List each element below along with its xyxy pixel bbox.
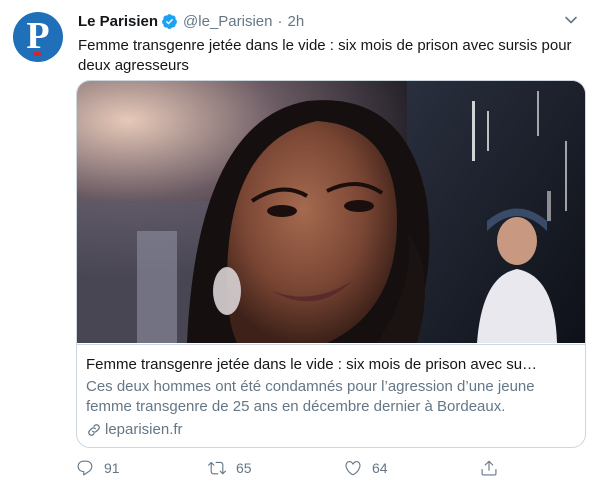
verified-badge-icon	[162, 13, 177, 29]
separator-dot: ·	[277, 12, 283, 30]
le-parisien-logo: P	[26, 15, 50, 57]
tweet-actions: 91 65 64	[76, 456, 584, 480]
chevron-down-icon[interactable]	[564, 13, 578, 27]
heart-icon	[345, 461, 361, 476]
reply-button[interactable]: 91	[76, 456, 120, 480]
reply-count: 91	[104, 460, 120, 476]
link-card[interactable]: Femme transgenre jetée dans le vide : si…	[76, 80, 586, 448]
share-icon	[481, 460, 497, 476]
card-domain[interactable]: leparisien.fr	[86, 420, 183, 440]
author-handle[interactable]: @le_Parisien	[183, 13, 272, 30]
card-image[interactable]	[77, 81, 585, 343]
like-button[interactable]: 64	[344, 456, 388, 480]
retweet-icon	[208, 461, 226, 475]
tweet-header: Le Parisien @le_Parisien · 2h	[78, 11, 578, 31]
reply-icon	[77, 460, 93, 476]
tweet-time[interactable]: 2h	[287, 13, 304, 30]
photo-of-woman-icon	[77, 81, 585, 343]
card-title[interactable]: Femme transgenre jetée dans le vide : si…	[86, 355, 576, 375]
share-button[interactable]	[480, 456, 508, 480]
card-domain-text: leparisien.fr	[105, 421, 183, 438]
card-meta[interactable]: Femme transgenre jetée dans le vide : si…	[77, 344, 585, 447]
link-icon	[88, 424, 100, 436]
tweet-text: Femme transgenre jetée dans le vide : si…	[78, 37, 572, 74]
card-description: Ces deux hommes ont été condamnés pour l…	[86, 378, 535, 415]
retweet-button[interactable]: 65	[208, 456, 252, 480]
logo-accent	[33, 52, 41, 56]
author-name[interactable]: Le Parisien	[78, 13, 158, 30]
avatar[interactable]: P	[13, 12, 63, 62]
retweet-count: 65	[236, 460, 252, 476]
like-count: 64	[372, 460, 388, 476]
